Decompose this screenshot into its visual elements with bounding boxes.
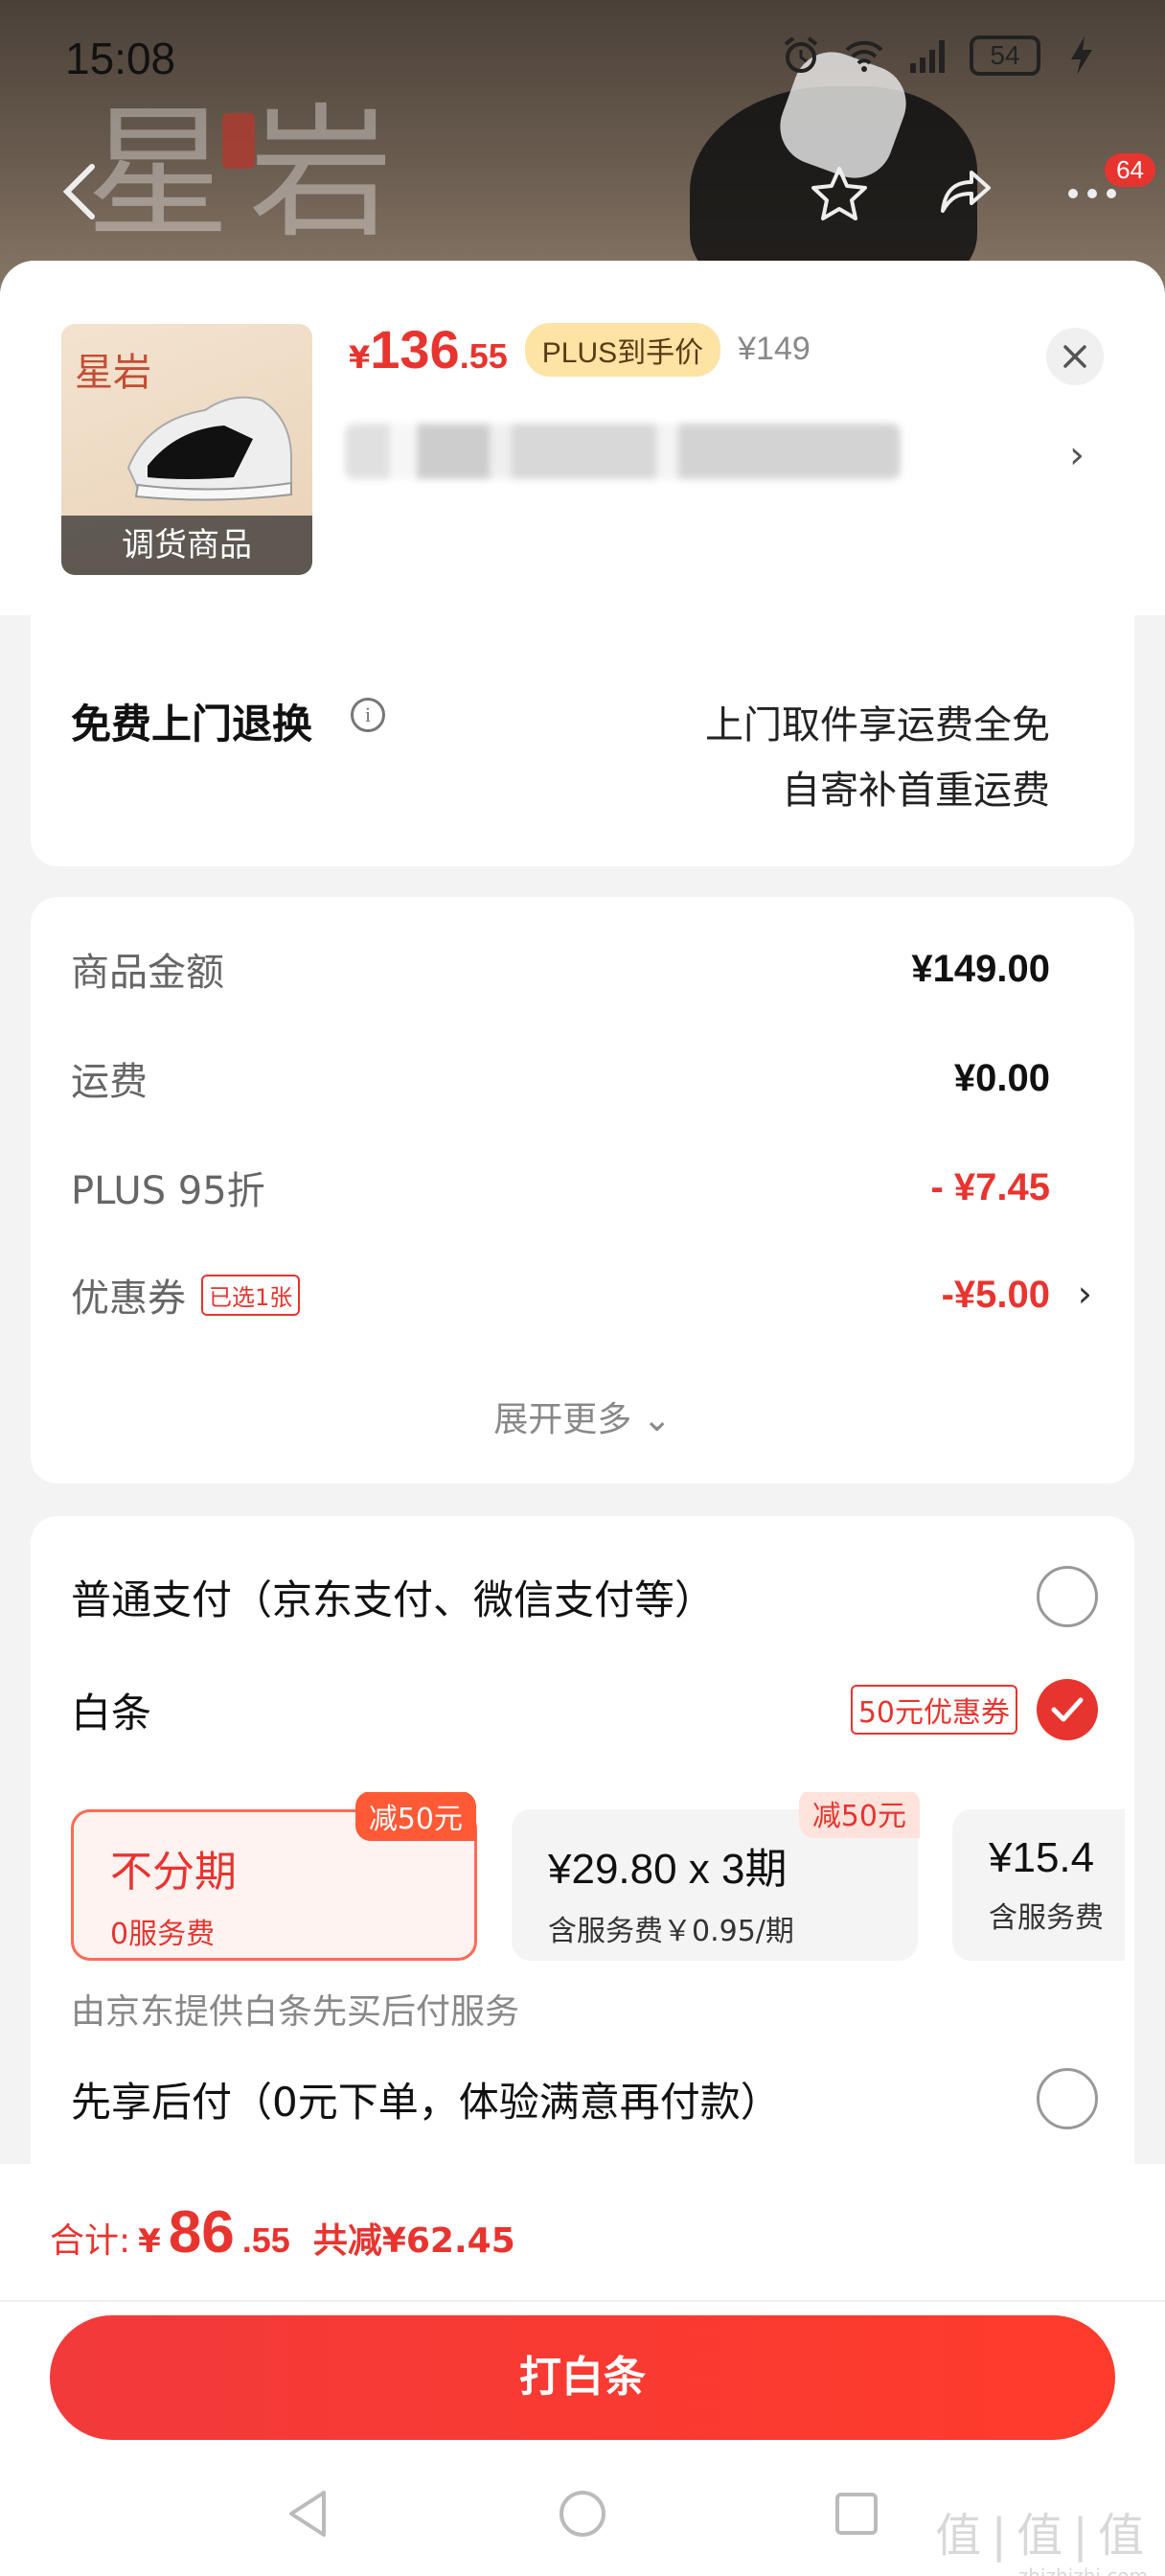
total-currency: ¥ bbox=[138, 2222, 161, 2261]
pay-baitiao-button[interactable]: 打白条 bbox=[50, 2315, 1115, 2440]
installment-plans: 减50元 不分期 0服务费 减50元 ¥29.80 x 3期 含服务费￥0.95… bbox=[71, 1792, 1125, 1965]
cost-label: 优惠券 bbox=[71, 1276, 186, 1321]
total-decimal: .55 bbox=[241, 2220, 290, 2260]
cost-label: PLUS 95折 bbox=[71, 1169, 265, 1213]
site-watermark: 值|值|值 zhizhizhi.com bbox=[935, 2497, 1148, 2576]
returns-line-2: 自寄补首重运费 bbox=[782, 769, 1050, 813]
expand-more-link[interactable]: 展开更多 ⌄ bbox=[31, 1392, 1134, 1441]
total-label: 合计: bbox=[50, 2221, 131, 2261]
price-decimal: .55 bbox=[459, 336, 508, 376]
cost-value: ¥0.00 bbox=[953, 1056, 1050, 1099]
cost-label: 运费 bbox=[71, 1060, 148, 1104]
nav-back-triangle-icon[interactable] bbox=[282, 2487, 335, 2541]
plan-no-installment[interactable]: 减50元 不分期 0服务费 bbox=[71, 1792, 477, 1961]
status-time: 15:08 bbox=[65, 34, 176, 83]
price-row: ¥136.55 PLUS到手价 ¥149 bbox=[349, 318, 811, 380]
plan-main: ¥29.80 x 3期 bbox=[548, 1846, 788, 1893]
baitiao-note: 由京东提供白条先买后付服务 bbox=[71, 1992, 520, 2032]
checkout-bottom-bar: 合计: ¥86.55 共减¥62.45 打白条 值|值|值 zhizhizhi.… bbox=[0, 2164, 1165, 2576]
check-icon bbox=[1051, 1697, 1084, 1722]
divider bbox=[0, 2300, 1165, 2302]
thumbnail-label: 调货商品 bbox=[61, 516, 312, 575]
plan-main: 不分期 bbox=[110, 1849, 237, 1896]
cost-row-shipping: 运费 ¥0.00 bbox=[71, 1045, 1050, 1112]
original-price: ¥149 bbox=[738, 331, 811, 367]
payment-label: 普通支付（京东支付、微信支付等） bbox=[71, 1576, 716, 1623]
star-icon bbox=[811, 167, 867, 220]
radio-baitiao-checked[interactable] bbox=[1037, 1679, 1098, 1740]
nav-actions: 64 bbox=[805, 153, 1155, 228]
cost-label: 商品金额 bbox=[71, 951, 224, 995]
product-header: 星岩 调货商品 ¥136.55 PLUS到手价 ¥149 › bbox=[0, 261, 1165, 615]
plan-sub: 含服务费￥0.95/期 bbox=[548, 1915, 794, 1948]
plan-main: ¥15.4 bbox=[989, 1834, 1095, 1881]
price-integer: 136 bbox=[370, 319, 460, 380]
alarm-icon bbox=[784, 36, 818, 73]
signal-icon bbox=[910, 40, 945, 73]
payment-option-baitiao[interactable]: 白条 50元优惠券 bbox=[71, 1671, 1098, 1748]
payment-card: 普通支付（京东支付、微信支付等） 白条 50元优惠券 减50元 不分期 0服务费… bbox=[31, 1516, 1134, 2187]
cost-value: - ¥7.45 bbox=[930, 1165, 1050, 1208]
price-block: ¥136.55 bbox=[349, 318, 508, 380]
payment-label: 白条 bbox=[71, 1689, 152, 1736]
plan-discount-tag: 减50元 bbox=[354, 1792, 476, 1841]
status-icons: 54 bbox=[780, 34, 1104, 77]
plus-price-tag: PLUS到手价 bbox=[524, 322, 721, 377]
total-integer: 86 bbox=[168, 2199, 235, 2266]
charging-icon bbox=[1071, 36, 1092, 75]
chevron-right-icon[interactable]: › bbox=[1069, 433, 1085, 477]
more-badge: 64 bbox=[1105, 153, 1155, 187]
nav-home-circle-icon[interactable] bbox=[556, 2487, 609, 2541]
top-nav: 64 bbox=[0, 144, 1165, 240]
coupon-label-group: 优惠券 已选1张 bbox=[71, 1267, 301, 1322]
baitiao-right: 50元优惠券 bbox=[850, 1679, 1098, 1740]
cost-value: -¥5.00 bbox=[941, 1273, 1050, 1316]
plan-discount-tag: 减50元 bbox=[798, 1792, 920, 1838]
total-summary: 合计: ¥86.55 共减¥62.45 bbox=[50, 2198, 515, 2266]
radio-normal-payment[interactable] bbox=[1037, 1566, 1098, 1627]
returns-line-1: 上门取件享运费全免 bbox=[705, 703, 1050, 748]
favorite-button[interactable] bbox=[805, 159, 874, 228]
product-thumbnail[interactable]: 星岩 调货商品 bbox=[61, 324, 312, 575]
nav-recents-square-icon[interactable] bbox=[830, 2487, 883, 2541]
baitiao-coupon-tag: 50元优惠券 bbox=[850, 1685, 1017, 1735]
cost-row-plus-discount: PLUS 95折 - ¥7.45 bbox=[71, 1154, 1050, 1221]
watermark-logo: 值|值|值 bbox=[935, 2509, 1148, 2563]
radio-pay-later[interactable] bbox=[1037, 2068, 1098, 2129]
plan-3-installments[interactable]: 减50元 ¥29.80 x 3期 含服务费￥0.95/期 bbox=[512, 1792, 920, 1961]
payment-option-normal[interactable]: 普通支付（京东支付、微信支付等） bbox=[71, 1558, 1098, 1635]
spec-selector-blurred[interactable] bbox=[345, 424, 901, 479]
returns-title: 免费上门退换 bbox=[71, 701, 313, 748]
back-icon[interactable] bbox=[56, 161, 105, 222]
cost-value: ¥149.00 bbox=[911, 947, 1050, 990]
payment-option-pay-later[interactable]: 先享后付（0元下单，体验满意再付款） bbox=[71, 2060, 1098, 2137]
close-button[interactable] bbox=[1046, 328, 1104, 385]
coupon-selected-tag: 已选1张 bbox=[201, 1274, 301, 1316]
cost-row-coupon[interactable]: 优惠券 已选1张 -¥5.00 bbox=[71, 1261, 1050, 1328]
status-bar: 15:08 54 bbox=[0, 0, 1165, 115]
battery-indicator: 54 bbox=[970, 35, 1040, 76]
close-icon bbox=[1063, 345, 1086, 368]
wifi-icon bbox=[845, 40, 883, 72]
price-currency: ¥ bbox=[349, 339, 371, 376]
shoe-image bbox=[126, 396, 292, 501]
share-icon bbox=[941, 171, 991, 213]
chevron-right-icon[interactable]: › bbox=[1078, 1273, 1092, 1315]
plan-sub: 0服务费 bbox=[110, 1918, 216, 1951]
more-button[interactable]: 64 bbox=[1058, 153, 1155, 228]
cost-card: 商品金额 ¥149.00 运费 ¥0.00 PLUS 95折 - ¥7.45 优… bbox=[31, 897, 1134, 1484]
plan-more-installments[interactable]: ¥15.4 含服务费 bbox=[952, 1809, 1125, 1961]
info-icon[interactable]: i bbox=[351, 698, 385, 732]
total-saved: 共减¥62.45 bbox=[312, 2221, 515, 2261]
cost-row-subtotal: 商品金额 ¥149.00 bbox=[71, 935, 1050, 1002]
payment-label: 先享后付（0元下单，体验满意再付款） bbox=[71, 2078, 781, 2126]
watermark-url: zhizhizhi.com bbox=[1017, 2564, 1148, 2576]
share-button[interactable] bbox=[931, 159, 1000, 228]
plan-sub: 含服务费 bbox=[989, 1901, 1104, 1935]
